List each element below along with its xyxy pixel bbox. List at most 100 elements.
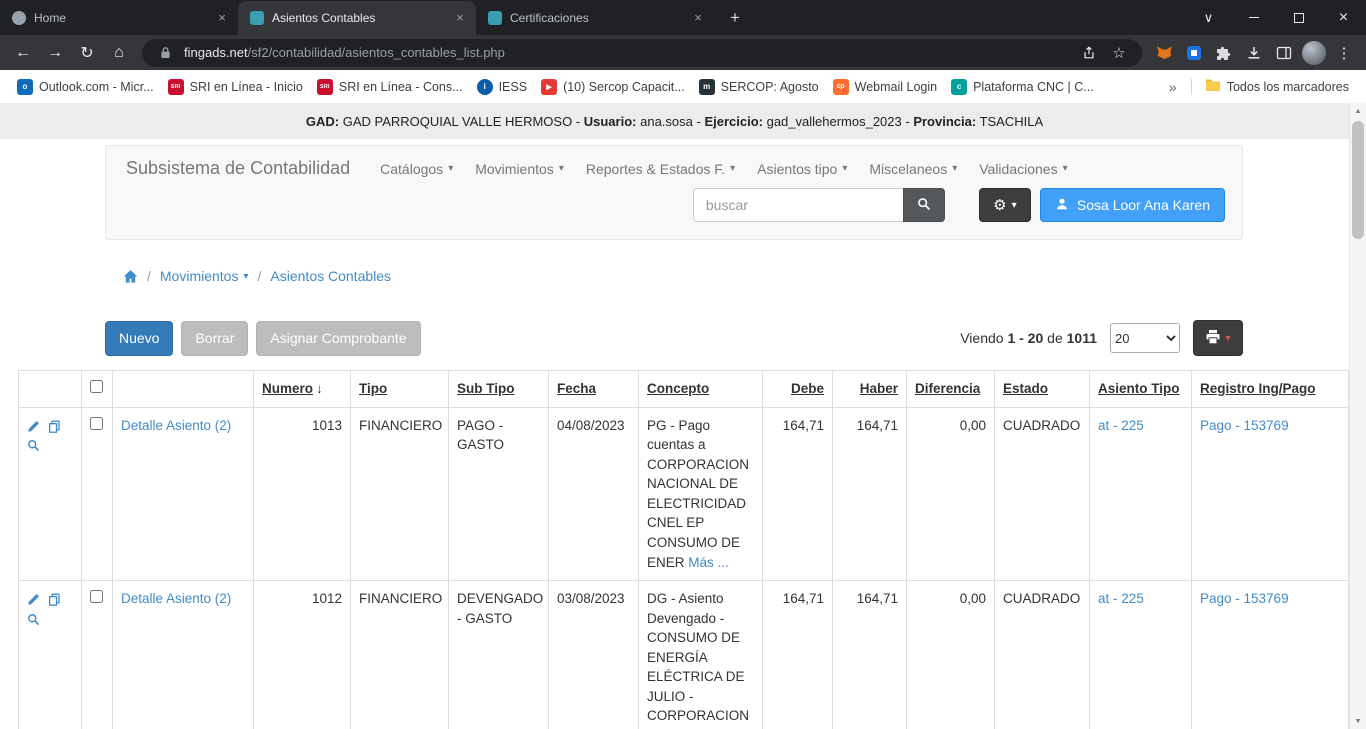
extensions-puzzle-icon[interactable]: [1210, 39, 1238, 67]
menu-miscelaneos[interactable]: Miscelaneos▾: [869, 161, 957, 177]
registro-link[interactable]: Pago - 153769: [1200, 591, 1289, 606]
breadcrumb-movimientos[interactable]: Movimientos▾: [160, 268, 249, 284]
tab-asientos-contables[interactable]: Asientos Contables ×: [238, 1, 476, 35]
menu-reportes[interactable]: Reportes & Estados F.▾: [586, 161, 735, 177]
page-size-select[interactable]: 20: [1110, 323, 1180, 353]
bookmark-outlook[interactable]: o Outlook.com - Micr...: [10, 76, 161, 98]
bookmark-sri-consultas[interactable]: SRI SRI en Línea - Cons...: [310, 76, 470, 98]
detalle-asiento-link[interactable]: Detalle Asiento (2): [121, 591, 231, 606]
col-header-haber[interactable]: Haber: [833, 371, 907, 408]
nuevo-button[interactable]: Nuevo: [105, 321, 173, 356]
outlook-favicon: o: [17, 79, 33, 95]
col-header-sub-tipo[interactable]: Sub Tipo: [449, 371, 549, 408]
col-header-fecha[interactable]: Fecha: [549, 371, 639, 408]
maximize-button[interactable]: [1276, 0, 1321, 35]
detalle-asiento-link[interactable]: Detalle Asiento (2): [121, 418, 231, 433]
row-checkbox[interactable]: [90, 590, 103, 603]
menu-asientos-tipo[interactable]: Asientos tipo▾: [757, 161, 847, 177]
menu-validaciones[interactable]: Validaciones▾: [979, 161, 1067, 177]
vertical-scrollbar[interactable]: ▲ ▼: [1349, 103, 1366, 729]
bookmark-iess[interactable]: i IESS: [470, 76, 535, 98]
tab-title: Certificaciones: [510, 11, 682, 25]
header-label: Sub Tipo: [457, 381, 515, 396]
minimize-button[interactable]: [1231, 0, 1276, 35]
header-label: Fecha: [557, 381, 596, 396]
user-button[interactable]: Sosa Loor Ana Karen: [1040, 188, 1225, 222]
browser-home-button[interactable]: ⌂: [104, 39, 134, 67]
app-title[interactable]: Subsistema de Contabilidad: [126, 158, 350, 179]
col-header-tipo[interactable]: Tipo: [351, 371, 449, 408]
menu-catalogos[interactable]: Catálogos▾: [380, 161, 453, 177]
scrollbar-thumb[interactable]: [1352, 121, 1364, 239]
extension-icon[interactable]: [1180, 39, 1208, 67]
extension-fox-icon[interactable]: [1150, 39, 1178, 67]
tab-home[interactable]: Home ×: [0, 1, 238, 35]
divider: [1191, 79, 1192, 95]
address-bar[interactable]: fingads.net/sf2/contabilidad/asientos_co…: [142, 39, 1142, 67]
bookmark-sercop-capacitacion[interactable]: ▶ (10) Sercop Capacit...: [534, 76, 692, 98]
bookmark-sri-inicio[interactable]: SRI SRI en Línea - Inicio: [161, 76, 310, 98]
scroll-up-icon[interactable]: ▲: [1350, 103, 1366, 119]
col-header-debe[interactable]: Debe: [763, 371, 833, 408]
copy-icon[interactable]: [48, 593, 61, 606]
print-button[interactable]: ▾: [1193, 320, 1243, 356]
header-label: Asiento Tipo: [1098, 381, 1180, 396]
row-checkbox[interactable]: [90, 417, 103, 430]
tab-close-icon[interactable]: ×: [452, 10, 468, 26]
browser-menu-icon[interactable]: ⋮: [1330, 39, 1358, 67]
asiento-tipo-link[interactable]: at - 225: [1098, 418, 1144, 433]
bookmark-sercop-agosto[interactable]: m SERCOP: Agosto: [692, 76, 826, 98]
registro-link[interactable]: Pago - 153769: [1200, 418, 1289, 433]
search-input[interactable]: [693, 188, 903, 222]
side-panel-icon[interactable]: [1270, 39, 1298, 67]
col-header-numero[interactable]: Numero↓: [254, 371, 351, 408]
ejercicio-label: Ejercicio:: [704, 114, 763, 129]
menu-label: Miscelaneos: [869, 161, 947, 177]
menu-movimientos[interactable]: Movimientos▾: [475, 161, 564, 177]
bookmark-plataforma-cnc[interactable]: c Plataforma CNC | C...: [944, 76, 1101, 98]
search-button[interactable]: [903, 188, 945, 222]
home-icon[interactable]: [123, 269, 138, 284]
close-window-button[interactable]: ×: [1321, 0, 1366, 35]
view-icon[interactable]: [27, 439, 40, 452]
edit-icon[interactable]: [27, 593, 40, 606]
bookmark-webmail[interactable]: cp Webmail Login: [826, 76, 944, 98]
all-bookmarks-folder[interactable]: Todos los marcadores: [1198, 75, 1356, 98]
new-tab-button[interactable]: +: [720, 4, 750, 32]
view-icon[interactable]: [27, 613, 40, 626]
mas-link[interactable]: Más ...: [688, 555, 729, 570]
copy-icon[interactable]: [48, 420, 61, 433]
menu-label: Catálogos: [380, 161, 443, 177]
folder-icon: [1205, 78, 1221, 95]
menu-label: Asientos tipo: [757, 161, 837, 177]
cell-sub-tipo: PAGO - GASTO: [449, 407, 549, 581]
reload-button[interactable]: ↻: [72, 39, 102, 67]
col-header-estado[interactable]: Estado: [995, 371, 1090, 408]
profile-avatar[interactable]: [1300, 39, 1328, 67]
user-name: Sosa Loor Ana Karen: [1077, 197, 1210, 213]
back-button[interactable]: ←: [8, 39, 38, 67]
forward-button[interactable]: →: [40, 39, 70, 67]
bookmarks-overflow-icon[interactable]: »: [1161, 77, 1185, 97]
asiento-tipo-link[interactable]: at - 225: [1098, 591, 1144, 606]
bookmark-star-icon[interactable]: ☆: [1108, 42, 1130, 64]
edit-icon[interactable]: [27, 420, 40, 433]
borrar-button[interactable]: Borrar: [181, 321, 248, 356]
select-all-checkbox[interactable]: [90, 380, 103, 393]
tab-close-icon[interactable]: ×: [690, 10, 706, 26]
col-header-diferencia[interactable]: Diferencia: [907, 371, 995, 408]
asignar-comprobante-button[interactable]: Asignar Comprobante: [256, 321, 420, 356]
col-header-concepto[interactable]: Concepto: [639, 371, 763, 408]
tab-close-icon[interactable]: ×: [214, 10, 230, 26]
downloads-icon[interactable]: [1240, 39, 1268, 67]
breadcrumb-asientos-contables[interactable]: Asientos Contables: [270, 268, 391, 284]
tab-search-button[interactable]: ∨: [1186, 0, 1231, 35]
scroll-down-icon[interactable]: ▼: [1350, 713, 1366, 729]
tab-certificaciones[interactable]: Certificaciones ×: [476, 1, 714, 35]
col-header-registro[interactable]: Registro Ing/Pago: [1192, 371, 1349, 408]
share-icon[interactable]: [1078, 42, 1100, 64]
sercop-favicon: m: [699, 79, 715, 95]
settings-button[interactable]: ⚙▾: [979, 188, 1031, 222]
url-path: /sf2/contabilidad/asientos_contables_lis…: [248, 45, 505, 60]
col-header-asiento-tipo[interactable]: Asiento Tipo: [1090, 371, 1192, 408]
